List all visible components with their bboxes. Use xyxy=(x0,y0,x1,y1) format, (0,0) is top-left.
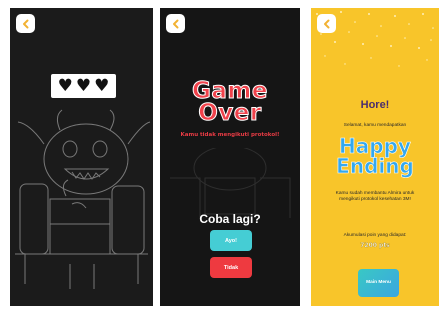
game-over-title: Game Over xyxy=(192,78,268,126)
faded-monster-illustration xyxy=(170,148,291,218)
game-over-screen: Game Over Kamu tidak mengikuti protokol!… xyxy=(160,8,300,306)
happy-ending-screen: Hore! Selamat, kamu mendapatkan Happy En… xyxy=(311,8,439,306)
chevron-left-icon xyxy=(323,19,329,28)
heart-icon: ♥ xyxy=(57,75,73,96)
chevron-left-icon xyxy=(172,19,178,28)
points-label: Akumulasi poin yang didapat: xyxy=(343,233,407,238)
ending-message: Kamu sudah membantu Almira untuk mengiku… xyxy=(335,191,415,202)
hore-title: Hore! xyxy=(360,99,390,111)
congrats-text: Selamat, kamu mendapatkan xyxy=(343,123,407,128)
gameplay-screen: ♥ ♥ ♥ xyxy=(10,8,153,306)
chevron-left-icon xyxy=(22,19,28,28)
lives-panel: ♥ ♥ ♥ xyxy=(51,74,116,98)
game-over-subtitle: Kamu tidak mengikuti protokol! xyxy=(180,132,280,138)
retry-question: Coba lagi? xyxy=(199,212,261,226)
retry-no-button[interactable]: Tidak xyxy=(210,257,252,278)
back-button[interactable] xyxy=(16,14,35,33)
heart-icon: ♥ xyxy=(75,75,92,96)
retry-yes-button[interactable]: Ayo! xyxy=(210,230,252,251)
happy-ending-title: Happy Ending xyxy=(336,134,414,178)
heart-icon: ♥ xyxy=(94,75,110,96)
points-value: 7200 pts xyxy=(360,242,390,249)
virus-monster-illustration xyxy=(15,109,151,289)
back-button[interactable] xyxy=(317,14,336,33)
main-menu-button[interactable]: Main Menu xyxy=(358,269,399,297)
back-button[interactable] xyxy=(166,14,185,33)
